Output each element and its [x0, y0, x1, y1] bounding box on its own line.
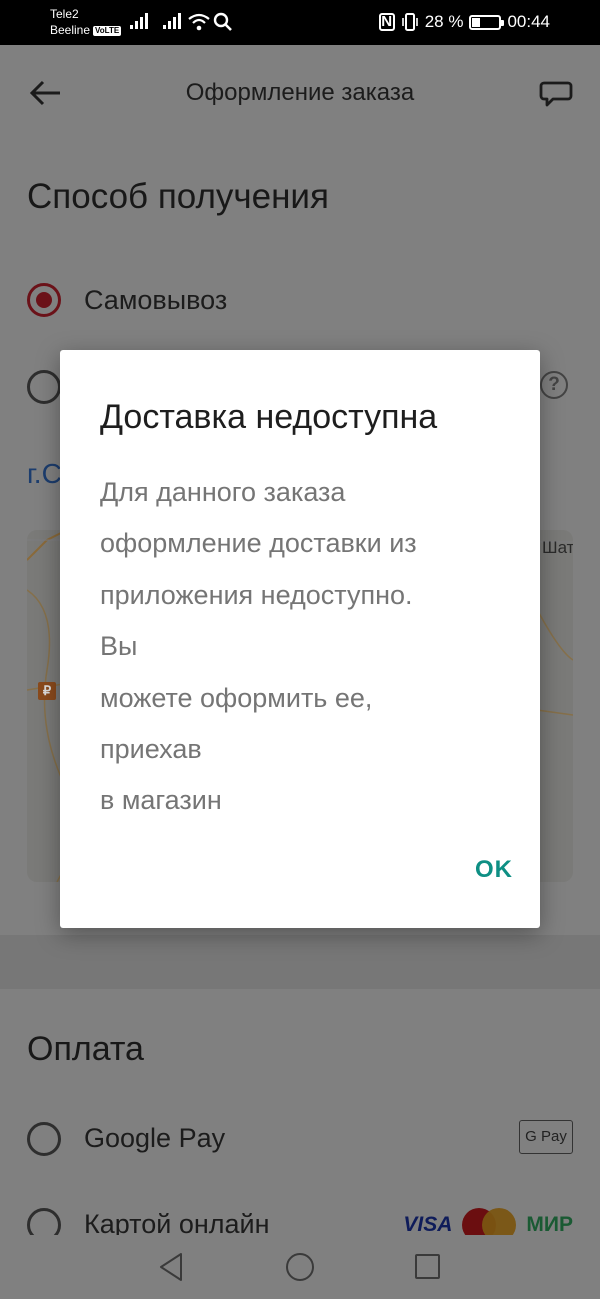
map-place-label: Шат [542, 538, 573, 557]
mir-logo: МИР [526, 1213, 573, 1236]
carrier-beeline: Beeline VoLTE [50, 23, 122, 37]
chat-icon[interactable] [538, 75, 574, 111]
page-title: Оформление заказа [185, 79, 415, 106]
dialog-line: Для данного заказа [100, 477, 346, 507]
vibrate-icon [401, 13, 418, 31]
ok-button[interactable]: OK [475, 856, 513, 884]
google-pay-badge: G Pay [519, 1120, 573, 1154]
delivery-unavailable-dialog: Доставка недоступна Для данного заказа о… [60, 350, 540, 928]
dialog-line: в магазин [100, 785, 222, 816]
delivery-radio[interactable] [27, 370, 61, 404]
wifi-icon [188, 13, 210, 31]
google-pay-radio[interactable] [27, 1122, 61, 1156]
dialog-message: Для данного заказа оформление доставки и… [100, 467, 520, 827]
carrier-tele2: Tele2 [50, 7, 79, 21]
map-store-marker[interactable]: ₽ [38, 682, 56, 700]
receive-method-title: Способ получения [27, 177, 329, 216]
status-right: N 28 % 00:44 [378, 12, 550, 32]
carrier-info: Tele2 Beeline VoLTE [50, 6, 122, 38]
search-icon [213, 12, 232, 31]
visa-logo: VISA [403, 1213, 453, 1236]
dialog-line: оформление доставки из [100, 528, 417, 559]
signal-icon-2 [163, 13, 181, 29]
nav-recents-icon[interactable] [415, 1254, 440, 1279]
system-nav-bar [0, 1235, 600, 1299]
payment-title: Оплата [27, 1030, 144, 1068]
signal-icon [130, 13, 148, 29]
battery-percent: 28 % [424, 12, 464, 31]
status-bar: Tele2 Beeline VoLTE N 28 % 00:44 [0, 0, 600, 45]
pickup-radio[interactable] [27, 283, 61, 317]
battery-icon [469, 14, 505, 30]
pickup-label[interactable]: Самовывоз [84, 285, 227, 316]
nav-back-icon[interactable] [157, 1251, 185, 1283]
google-pay-label[interactable]: Google Pay [84, 1123, 225, 1154]
section-divider [0, 935, 600, 989]
nav-home-icon[interactable] [286, 1253, 314, 1281]
volte-badge: VoLTE [93, 26, 122, 36]
help-icon[interactable]: ? [540, 371, 568, 399]
dialog-line: приехав [100, 734, 202, 765]
nfc-icon: N [378, 13, 395, 31]
dialog-line: можете оформить ее, [100, 682, 373, 713]
city-link[interactable]: г.С [27, 458, 62, 490]
clock: 00:44 [507, 12, 550, 31]
dialog-title: Доставка недоступна [100, 398, 438, 436]
dialog-line: приложения недоступно. [100, 579, 413, 610]
dialog-line: Вы [100, 631, 138, 662]
